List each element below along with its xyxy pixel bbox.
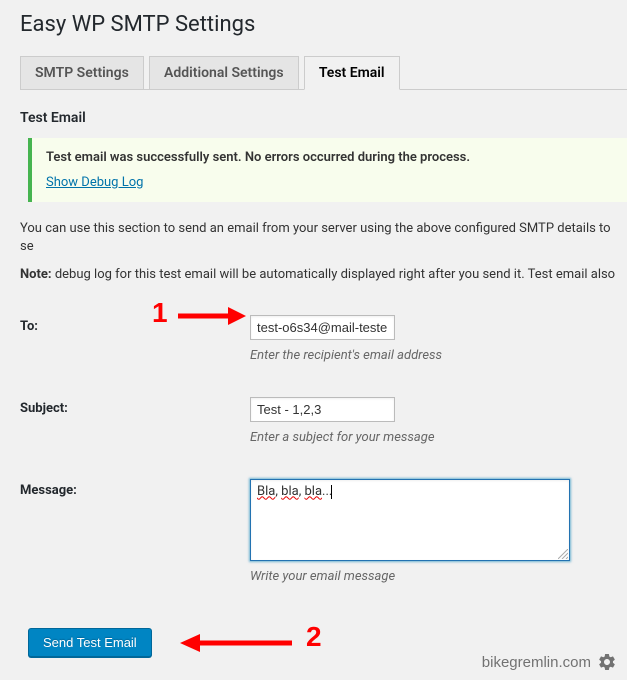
resize-handle-icon[interactable] — [558, 549, 568, 559]
send-test-email-button[interactable]: Send Test Email — [28, 628, 152, 657]
arrow-1-icon — [178, 307, 246, 325]
intro-line-1: You can use this section to send an emai… — [20, 220, 627, 256]
message-textarea[interactable]: Bla, bla, bla... — [250, 479, 570, 561]
tab-bar: SMTP Settings Additional Settings Test E… — [20, 55, 627, 90]
message-hint: Write your email message — [250, 569, 627, 584]
description-block: You can use this section to send an emai… — [20, 220, 627, 285]
arrow-2-icon — [180, 634, 292, 652]
subject-label: Subject: — [20, 397, 250, 416]
show-debug-log-link[interactable]: Show Debug Log — [46, 175, 143, 190]
section-heading: Test Email — [20, 110, 627, 138]
annotation-2: 2 — [306, 621, 322, 653]
tab-smtp-settings[interactable]: SMTP Settings — [20, 56, 144, 89]
success-message: Test email was successfully sent. No err… — [46, 150, 613, 165]
intro-note-line: Note: debug log for this test email will… — [20, 266, 627, 284]
subject-hint: Enter a subject for your message — [250, 430, 627, 445]
page-title: Easy WP SMTP Settings — [20, 0, 627, 55]
subject-input[interactable] — [250, 397, 395, 422]
to-hint: Enter the recipient's email address — [250, 348, 627, 363]
tab-additional-settings[interactable]: Additional Settings — [149, 56, 299, 89]
watermark: bikegremlin.com — [482, 652, 617, 672]
gear-icon — [597, 652, 617, 672]
tab-test-email[interactable]: Test Email — [304, 56, 400, 90]
success-notice: Test email was successfully sent. No err… — [28, 138, 627, 202]
message-label: Message: — [20, 479, 250, 498]
to-input[interactable] — [250, 315, 395, 340]
